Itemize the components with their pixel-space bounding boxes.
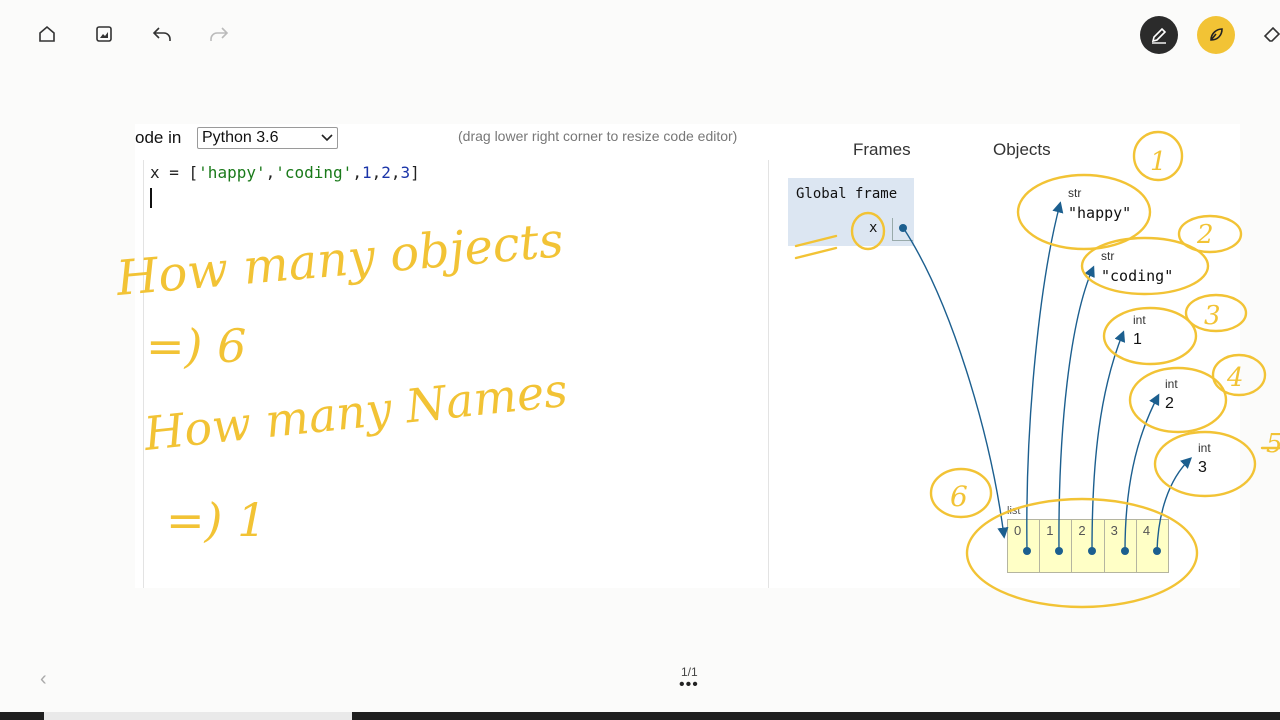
ink-ellipse (850, 211, 886, 251)
ink-ellipse (1153, 430, 1257, 498)
taskbar-search[interactable] (44, 712, 352, 720)
ink-arrow-lines (794, 234, 838, 260)
ink-annotations: 1 2 3 4 5 6 How many objects =) 6 How ma… (113, 130, 1280, 609)
ink-answer: =) 6 (146, 319, 246, 373)
ink-answer: =) 1 (166, 493, 266, 547)
ink-count: 6 (950, 480, 968, 513)
ink-ellipse (1128, 366, 1228, 434)
ink-count: 1 (1150, 147, 1167, 177)
ink-count: 2 (1196, 220, 1214, 250)
ink-ellipse (965, 497, 1199, 609)
ink-count: 4 (1226, 363, 1244, 393)
ink-ellipse (1102, 306, 1198, 366)
ink-count: 3 (1204, 301, 1221, 331)
ink-question: How many Names (141, 363, 571, 461)
previous-page-icon[interactable]: ‹ (40, 668, 47, 691)
ink-count: 5 (1266, 429, 1280, 459)
more-options-icon[interactable]: ••• (679, 676, 699, 694)
ink-question: How many objects (113, 212, 565, 307)
